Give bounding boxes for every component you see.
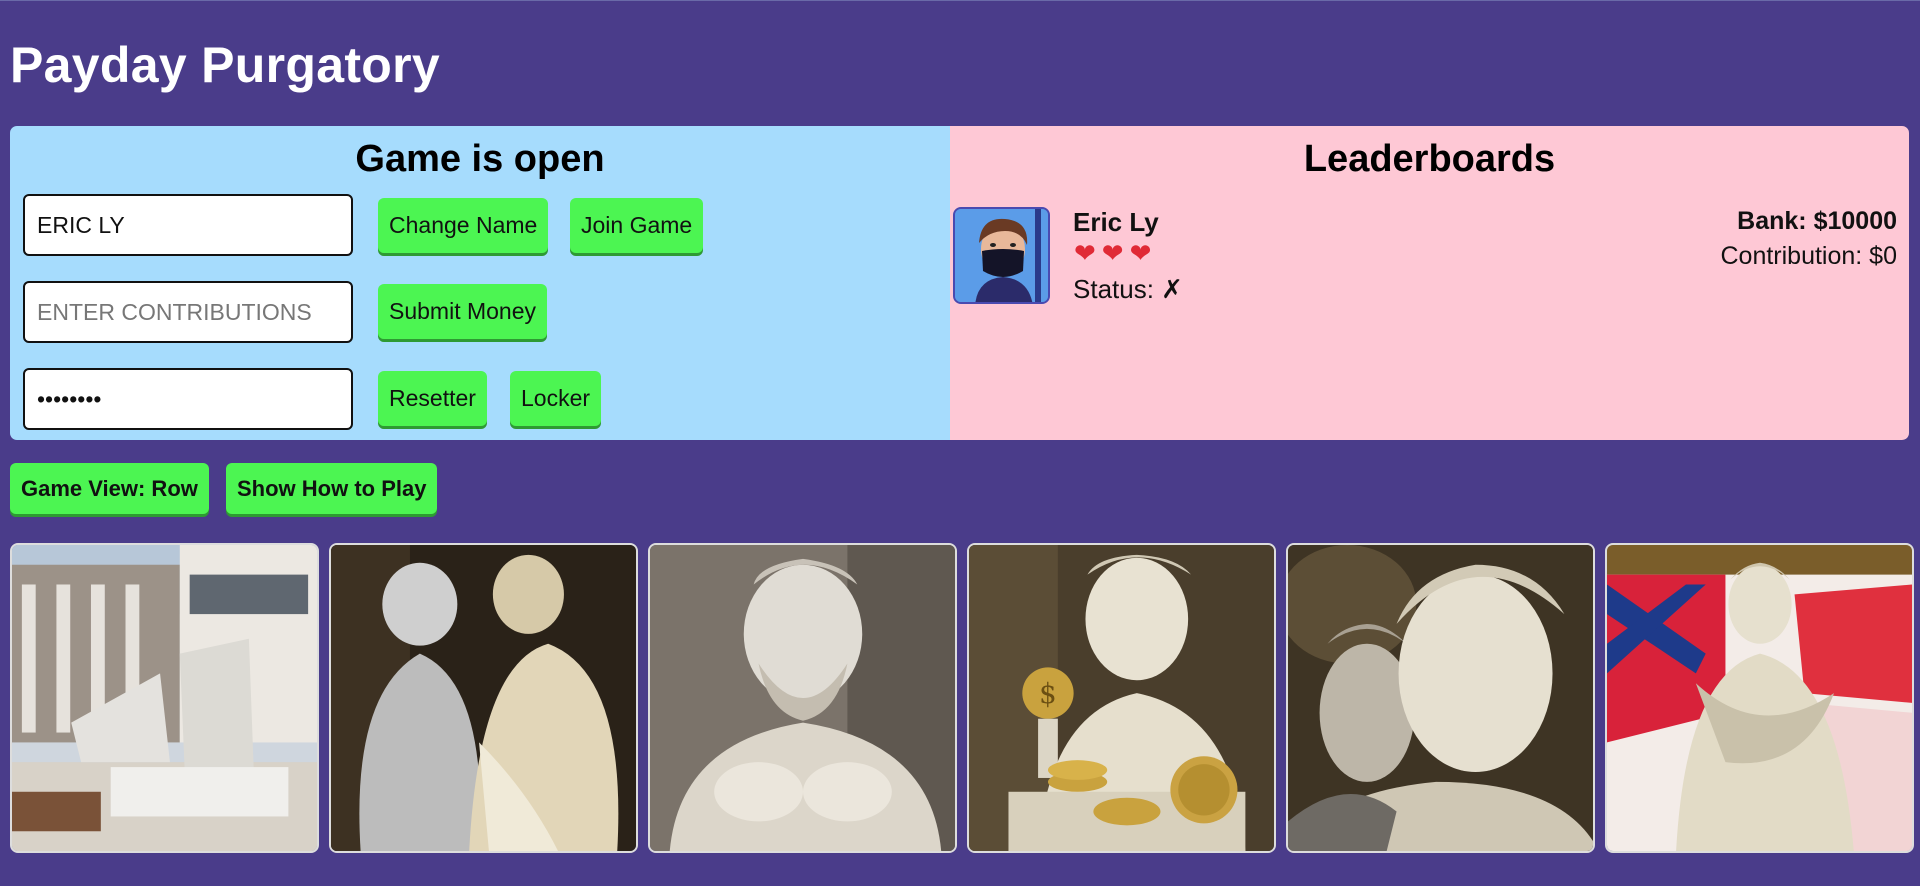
image-gallery: $ (10, 543, 1914, 853)
two-faces-statue-image (1288, 545, 1593, 851)
player-contribution: Contribution: $0 (1720, 242, 1897, 270)
how-to-play-button[interactable]: Show How to Play (226, 463, 438, 514)
lives-hearts-icon: ❤❤❤ (1074, 238, 1158, 268)
player-status: Status: ✗ (1073, 274, 1183, 304)
player-bank: Bank: $10000 (1737, 207, 1897, 235)
svg-text:$: $ (1039, 677, 1057, 710)
player-avatar (953, 207, 1050, 304)
gallery-card[interactable] (1286, 543, 1595, 853)
top-border (0, 0, 1920, 1)
resetter-button[interactable]: Resetter (378, 371, 487, 426)
gallery-card[interactable] (329, 543, 638, 853)
two-statues-image (331, 545, 636, 851)
gallery-card[interactable] (10, 543, 319, 853)
game-panel: Game is open Change Name Join Game Submi… (10, 126, 950, 440)
game-view-button[interactable]: Game View: Row (10, 463, 209, 514)
statue-with-coins-image: $ (969, 545, 1274, 851)
submit-money-button[interactable]: Submit Money (378, 284, 548, 339)
gallery-card[interactable] (648, 543, 957, 853)
gallery-card[interactable]: $ (967, 543, 1276, 853)
game-status-title: Game is open (355, 138, 605, 180)
player-name: Eric Ly (1073, 207, 1159, 237)
bearded-statue-image (650, 545, 955, 851)
contribution-input[interactable] (23, 281, 353, 343)
name-input[interactable] (23, 194, 353, 256)
broken-monument-image (12, 545, 317, 851)
gallery-card[interactable] (1605, 543, 1914, 853)
statue-with-flag-image (1607, 545, 1912, 851)
locker-button[interactable]: Locker (510, 371, 602, 426)
player-avatar-icon (955, 209, 1048, 302)
join-game-button[interactable]: Join Game (570, 198, 704, 253)
page-title: Payday Purgatory (10, 37, 440, 93)
change-name-button[interactable]: Change Name (378, 198, 549, 253)
password-input[interactable] (23, 368, 353, 430)
leaderboard-title: Leaderboards (1303, 138, 1556, 180)
